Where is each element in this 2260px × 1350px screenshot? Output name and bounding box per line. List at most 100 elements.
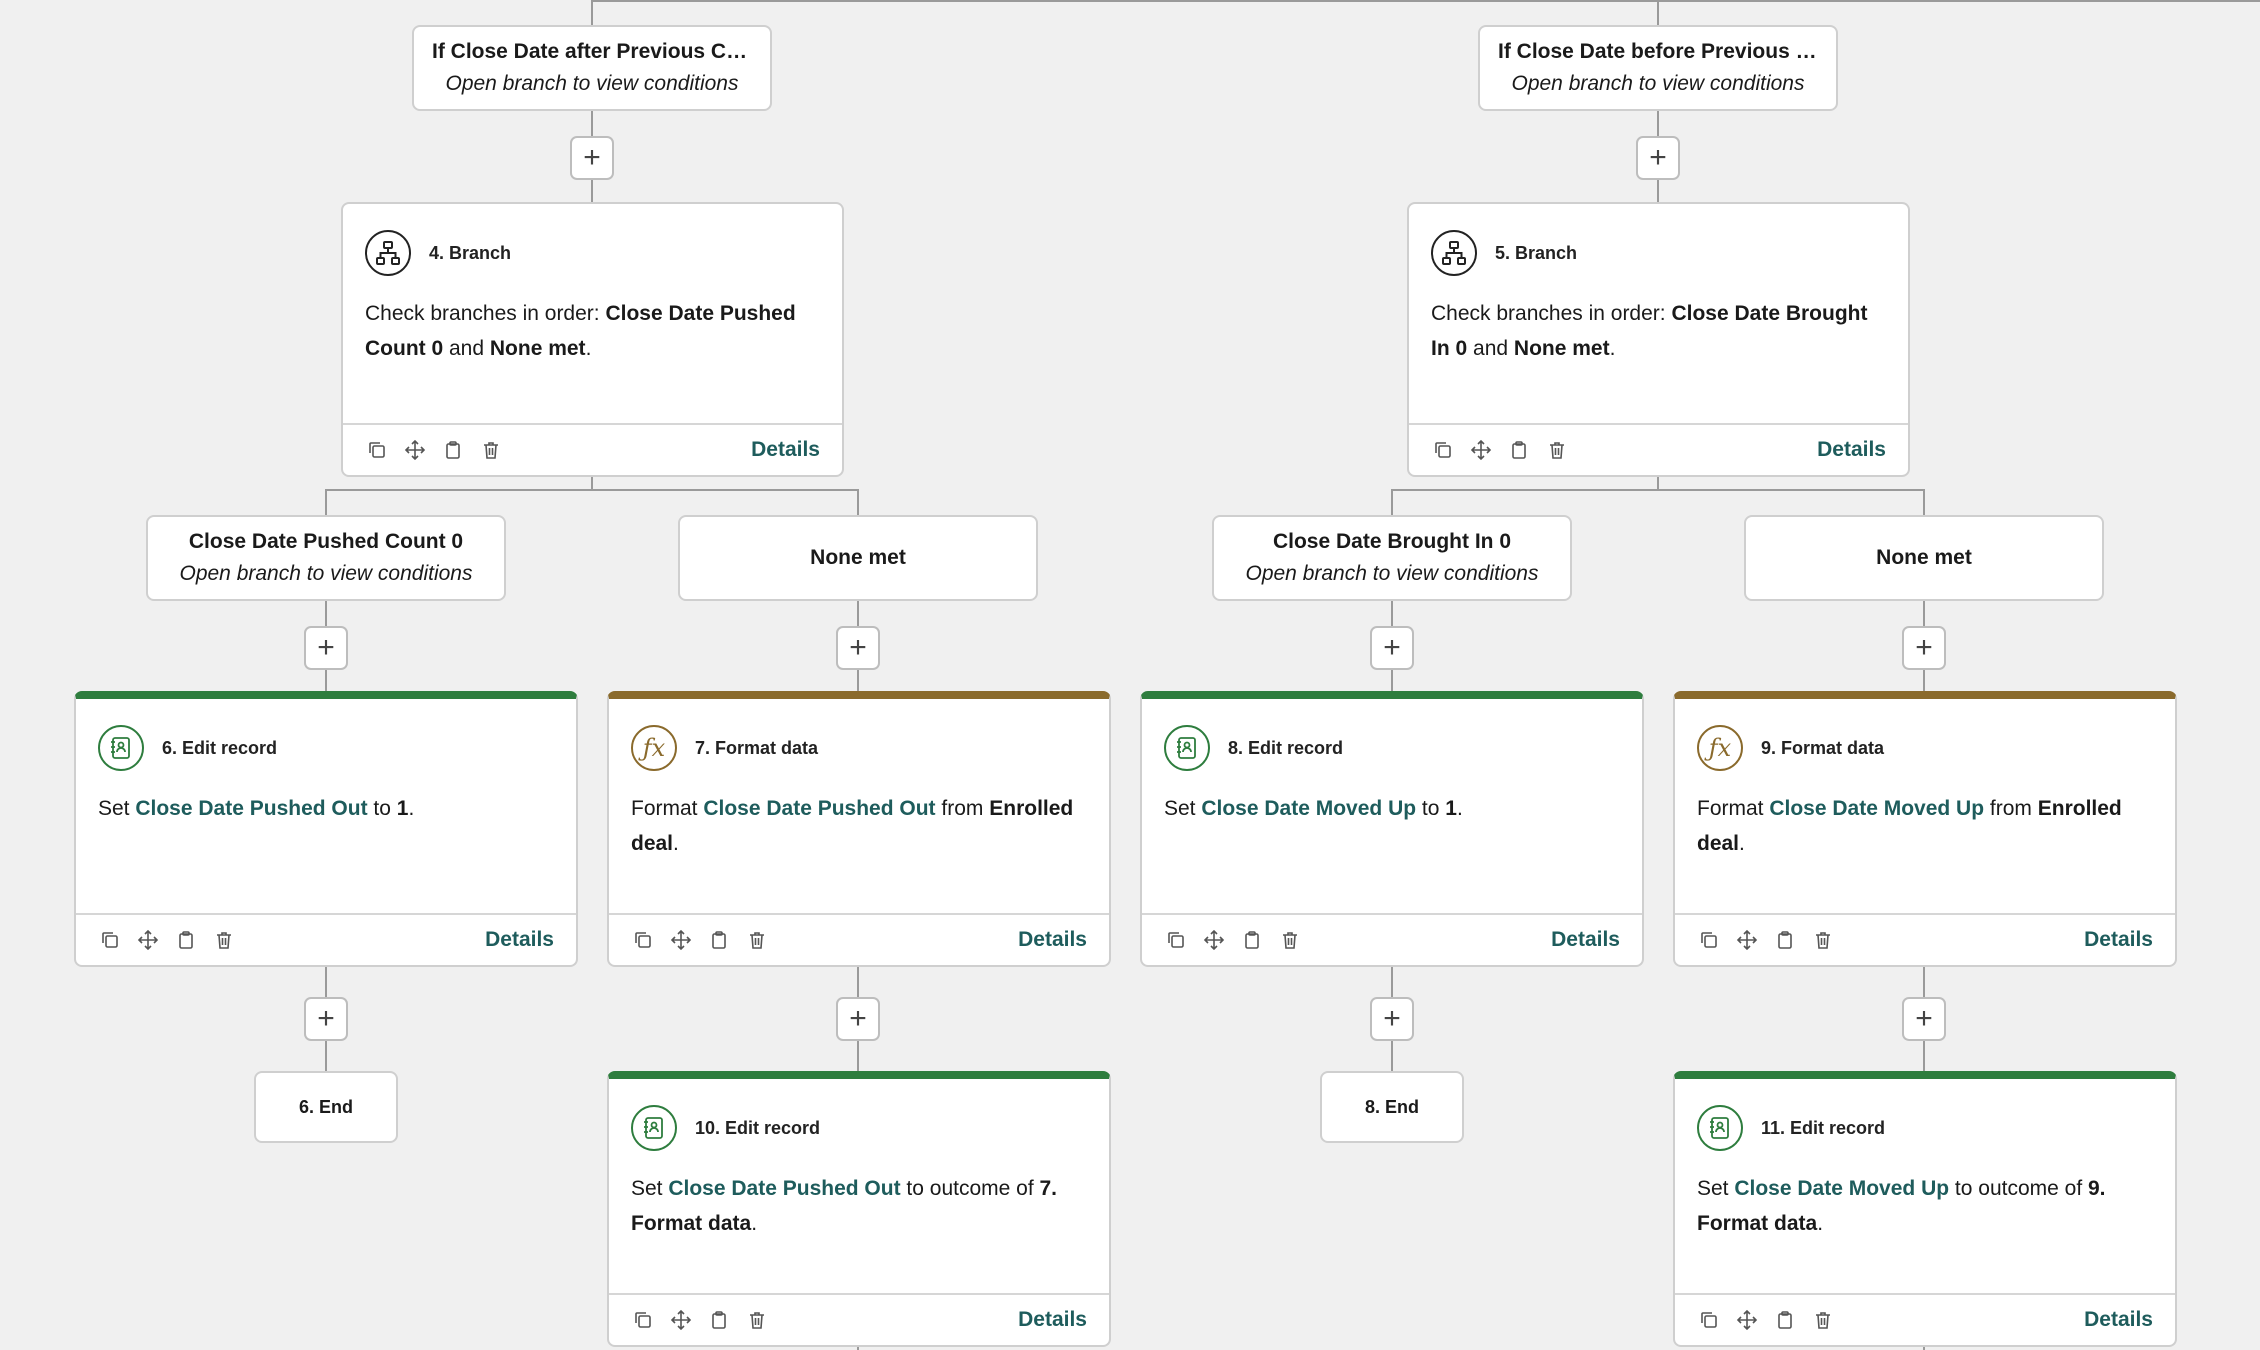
branch-condition-before[interactable]: If Close Date before Previous C... Open … <box>1478 25 1838 111</box>
details-link[interactable]: Details <box>1018 928 1087 952</box>
clipboard-icon[interactable] <box>1773 928 1797 952</box>
details-link[interactable]: Details <box>2084 1308 2153 1332</box>
add-step-button[interactable]: + <box>1636 136 1680 180</box>
condition-title: Close Date Pushed Count 0 <box>188 530 464 553</box>
copy-icon[interactable] <box>1697 928 1721 952</box>
sub-branch-brought-in[interactable]: Close Date Brought In 0 Open branch to v… <box>1212 515 1572 601</box>
move-icon[interactable] <box>669 928 693 952</box>
action-card-9[interactable]: ƒx 9. Format data Format Close Date Move… <box>1673 691 2177 967</box>
end-node-6[interactable]: 6. End <box>254 1071 398 1143</box>
trash-icon[interactable] <box>1545 438 1569 462</box>
branch-icon <box>1431 230 1477 276</box>
trash-icon[interactable] <box>1811 928 1835 952</box>
card-toolbar: Details <box>76 913 576 965</box>
clipboard-icon[interactable] <box>441 438 465 462</box>
clipboard-icon[interactable] <box>707 1308 731 1332</box>
clipboard-icon[interactable] <box>1773 1308 1797 1332</box>
plus-icon: + <box>317 1002 335 1035</box>
field-link: Close Date Pushed Out <box>668 1177 901 1200</box>
copy-icon[interactable] <box>1431 438 1455 462</box>
card-description: Check branches in order: Close Date Push… <box>365 302 796 360</box>
card-toolbar: Details <box>1675 1293 2175 1345</box>
move-icon[interactable] <box>136 928 160 952</box>
trash-icon[interactable] <box>745 1308 769 1332</box>
card-label: 8. Edit record <box>1228 737 1344 758</box>
trash-icon[interactable] <box>745 928 769 952</box>
end-label: 8. End <box>1364 1096 1419 1117</box>
action-card-7[interactable]: ƒx 7. Format data Format Close Date Push… <box>607 691 1111 967</box>
details-link[interactable]: Details <box>1817 438 1886 462</box>
connector <box>591 0 593 26</box>
add-step-button[interactable]: + <box>570 136 614 180</box>
card-toolbar: Details <box>609 913 1109 965</box>
connector <box>1657 476 1659 490</box>
add-step-button[interactable]: + <box>304 626 348 670</box>
connector <box>325 489 859 491</box>
end-node-8[interactable]: 8. End <box>1320 1071 1464 1143</box>
trash-icon[interactable] <box>479 438 503 462</box>
branch-card-5[interactable]: 5. Branch Check branches in order: Close… <box>1407 202 1910 477</box>
branch-icon <box>365 230 411 276</box>
connector <box>591 0 2260 2</box>
trash-icon[interactable] <box>212 928 236 952</box>
details-link[interactable]: Details <box>1018 1308 1087 1332</box>
trash-icon[interactable] <box>1278 928 1302 952</box>
copy-icon[interactable] <box>98 928 122 952</box>
clipboard-icon[interactable] <box>1507 438 1531 462</box>
trash-icon[interactable] <box>1811 1308 1835 1332</box>
move-icon[interactable] <box>403 438 427 462</box>
copy-icon[interactable] <box>631 928 655 952</box>
card-description: Set Close Date Moved Up to 1. <box>1164 797 1463 820</box>
plus-icon: + <box>317 631 335 664</box>
move-icon[interactable] <box>1735 928 1759 952</box>
card-description: Format Close Date Pushed Out from Enroll… <box>631 797 1074 855</box>
action-card-11[interactable]: 11. Edit record Set Close Date Moved Up … <box>1673 1071 2177 1347</box>
details-link[interactable]: Details <box>2084 928 2153 952</box>
move-icon[interactable] <box>669 1308 693 1332</box>
clipboard-icon[interactable] <box>707 928 731 952</box>
add-step-button[interactable]: + <box>1370 626 1414 670</box>
function-icon: ƒx <box>1697 725 1743 771</box>
function-icon: ƒx <box>631 725 677 771</box>
copy-icon[interactable] <box>631 1308 655 1332</box>
workflow-canvas: If Close Date after Previous Clo... Open… <box>0 0 2260 1350</box>
card-label: 5. Branch <box>1495 242 1578 263</box>
branch-card-4[interactable]: 4. Branch Check branches in order: Close… <box>341 202 844 477</box>
add-step-button[interactable]: + <box>836 997 880 1041</box>
copy-icon[interactable] <box>1697 1308 1721 1332</box>
sub-branch-pushed-count[interactable]: Close Date Pushed Count 0 Open branch to… <box>146 515 506 601</box>
sub-branch-none-met[interactable]: None met <box>678 515 1038 601</box>
add-step-button[interactable]: + <box>1902 626 1946 670</box>
add-step-button[interactable]: + <box>836 626 880 670</box>
add-step-button[interactable]: + <box>1902 997 1946 1041</box>
details-link[interactable]: Details <box>751 438 820 462</box>
clipboard-icon[interactable] <box>174 928 198 952</box>
clipboard-icon[interactable] <box>1240 928 1264 952</box>
plus-icon: + <box>583 141 601 174</box>
action-card-8[interactable]: 8. Edit record Set Close Date Moved Up t… <box>1140 691 1644 967</box>
details-link[interactable]: Details <box>1551 928 1620 952</box>
plus-icon: + <box>1383 631 1401 664</box>
action-card-10[interactable]: 10. Edit record Set Close Date Pushed Ou… <box>607 1071 1111 1347</box>
card-label: 10. Edit record <box>695 1117 821 1138</box>
branch-condition-after[interactable]: If Close Date after Previous Clo... Open… <box>412 25 772 111</box>
move-icon[interactable] <box>1735 1308 1759 1332</box>
field-link: Close Date Moved Up <box>1769 797 1985 820</box>
add-step-button[interactable]: + <box>1370 997 1414 1041</box>
move-icon[interactable] <box>1469 438 1493 462</box>
copy-icon[interactable] <box>365 438 389 462</box>
add-step-button[interactable]: + <box>304 997 348 1041</box>
condition-subtitle: Open branch to view conditions <box>445 72 739 95</box>
condition-title: If Close Date after Previous Clo... <box>432 40 752 63</box>
plus-icon: + <box>1383 1002 1401 1035</box>
details-link[interactable]: Details <box>485 928 554 952</box>
condition-title: None met <box>810 546 906 569</box>
edit-record-icon <box>1697 1105 1743 1151</box>
card-toolbar: Details <box>609 1293 1109 1345</box>
move-icon[interactable] <box>1202 928 1226 952</box>
card-toolbar: Details <box>1675 913 2175 965</box>
copy-icon[interactable] <box>1164 928 1188 952</box>
sub-branch-none-met[interactable]: None met <box>1744 515 2104 601</box>
field-link: Close Date Pushed Out <box>135 797 368 820</box>
action-card-6[interactable]: 6. Edit record Set Close Date Pushed Out… <box>74 691 578 967</box>
